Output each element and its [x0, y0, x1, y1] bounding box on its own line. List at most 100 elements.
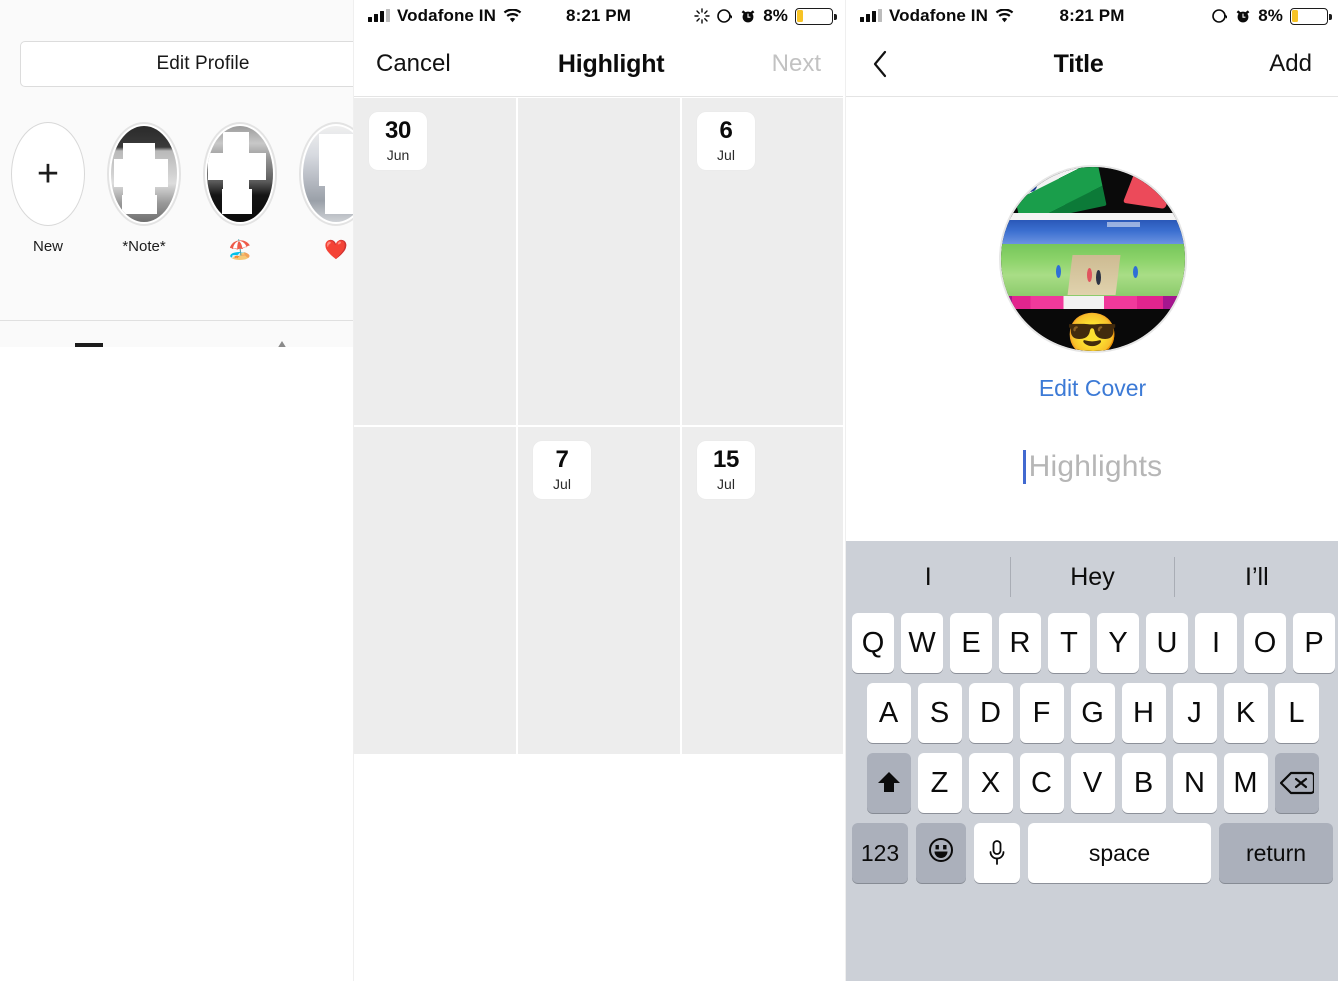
battery-icon: [1290, 7, 1332, 25]
battery-percent-label: 8%: [763, 6, 788, 25]
key-a[interactable]: A: [866, 683, 911, 743]
predictive-suggestion-bar: I Hey I’ll: [846, 541, 1338, 613]
page-title: Title: [1053, 49, 1104, 78]
highlight-label: 🏖️: [228, 240, 252, 261]
date-month: Jun: [386, 147, 410, 163]
grid-tab-icon[interactable]: [75, 343, 103, 347]
key-c[interactable]: C: [1019, 753, 1064, 813]
suggestion-divider: [1010, 557, 1012, 597]
status-bar-right: 8%: [694, 6, 843, 26]
panel-title-entry: Vodafone IN 8:21 PM 8% Title Add 😎 Edit …: [845, 0, 1338, 981]
key-b[interactable]: B: [1121, 753, 1166, 813]
chevron-left-icon: [872, 50, 888, 78]
highlight-cover-ring[interactable]: [203, 122, 277, 226]
highlight-item-note[interactable]: *Note*: [96, 122, 192, 292]
scoreboard-banner: [1000, 295, 1185, 309]
key-x[interactable]: X: [968, 753, 1013, 813]
key-p[interactable]: P: [1293, 613, 1335, 673]
player-figure: [1086, 268, 1092, 283]
story-cell[interactable]: 6 Jul: [682, 98, 843, 425]
cover-white-band: [1000, 213, 1185, 221]
highlight-cover-ring[interactable]: [299, 122, 353, 226]
tagged-tab-icon[interactable]: [277, 341, 287, 347]
story-cell[interactable]: 7 Jul: [518, 427, 680, 754]
key-q[interactable]: Q: [852, 613, 894, 673]
date-badge: 6 Jul: [697, 112, 755, 170]
date-badge: 7 Jul: [533, 441, 591, 499]
key-l[interactable]: L: [1274, 683, 1319, 743]
plus-icon: +: [36, 153, 60, 195]
title-navbar: Title Add: [846, 32, 1338, 97]
text-caret: [1022, 450, 1026, 484]
highlight-thumbnail: [207, 126, 273, 222]
backspace-delete-icon: [1279, 770, 1315, 796]
key-d[interactable]: D: [968, 683, 1013, 743]
story-cell[interactable]: [518, 98, 680, 425]
key-s[interactable]: S: [917, 683, 962, 743]
onscreen-keyboard[interactable]: I Hey I’ll Q W E R T Y U I O P A S D F G…: [846, 541, 1338, 981]
return-key[interactable]: return: [1219, 823, 1333, 883]
stadium-stand-graphic: [1000, 220, 1185, 245]
story-cell[interactable]: [354, 427, 516, 754]
next-button[interactable]: Next: [772, 50, 821, 78]
highlight-item-heart[interactable]: ❤️: [288, 122, 353, 292]
location-icon: [1212, 8, 1228, 24]
profile-tabbar[interactable]: [0, 321, 353, 347]
shift-key[interactable]: [866, 753, 911, 813]
title-input[interactable]: Highlights: [846, 450, 1338, 484]
key-e[interactable]: E: [950, 613, 992, 673]
key-k[interactable]: K: [1223, 683, 1268, 743]
key-z[interactable]: Z: [917, 753, 962, 813]
back-button[interactable]: [872, 50, 888, 78]
key-n[interactable]: N: [1172, 753, 1217, 813]
alarm-icon: [740, 8, 756, 24]
edit-cover-button[interactable]: Edit Cover: [1039, 375, 1146, 402]
highlight-navbar: Cancel Highlight Next: [354, 32, 843, 97]
key-v[interactable]: V: [1070, 753, 1115, 813]
key-h[interactable]: H: [1121, 683, 1166, 743]
cancel-button[interactable]: Cancel: [376, 50, 451, 78]
suggestion-chip[interactable]: Hey: [1010, 563, 1174, 592]
highlight-label: ❤️: [324, 240, 348, 261]
cricket-pitch-graphic: [1067, 255, 1121, 296]
battery-percent-label: 8%: [1258, 6, 1283, 25]
carrier-label: Vodafone IN: [397, 6, 497, 25]
status-bar: Vodafone IN 8:21 PM 8%: [354, 0, 843, 32]
key-u[interactable]: U: [1146, 613, 1188, 673]
keyboard-row-2: A S D F G H J K L: [846, 683, 1338, 743]
highlight-item-beach[interactable]: 🏖️: [192, 122, 288, 292]
highlight-cover-ring[interactable]: [107, 122, 181, 226]
key-w[interactable]: W: [901, 613, 943, 673]
add-button[interactable]: Add: [1269, 50, 1312, 78]
suggestion-chip[interactable]: I’ll: [1175, 563, 1338, 592]
key-f[interactable]: F: [1019, 683, 1064, 743]
page-title: Highlight: [557, 49, 665, 78]
key-m[interactable]: M: [1223, 753, 1268, 813]
story-cell[interactable]: 15 Jul: [682, 427, 843, 754]
backspace-key[interactable]: [1274, 753, 1319, 813]
date-day: 7: [555, 446, 569, 473]
panel-profile-highlights: Edit Profile + New *Note* 🏖️ ❤️: [0, 0, 353, 347]
key-g[interactable]: G: [1070, 683, 1115, 743]
highlight-cover-preview[interactable]: 😎: [998, 165, 1187, 353]
key-o[interactable]: O: [1244, 613, 1286, 673]
new-highlight-ring[interactable]: +: [11, 122, 85, 226]
key-t[interactable]: T: [1048, 613, 1090, 673]
key-i[interactable]: I: [1195, 613, 1237, 673]
sunglasses-emoji-icon: 😎: [1066, 311, 1119, 353]
keyboard-row-4: 123 space return: [846, 823, 1338, 883]
key-r[interactable]: R: [999, 613, 1041, 673]
emoji-key[interactable]: [916, 823, 966, 883]
key-j[interactable]: J: [1172, 683, 1217, 743]
edit-profile-button[interactable]: Edit Profile: [20, 41, 353, 87]
story-cell[interactable]: 30 Jun: [354, 98, 516, 425]
key-y[interactable]: Y: [1097, 613, 1139, 673]
suggestion-chip[interactable]: I: [846, 563, 1010, 592]
battery-icon: [795, 7, 837, 25]
numbers-key[interactable]: 123: [852, 823, 908, 883]
shift-up-arrow-icon: [876, 770, 902, 796]
highlights-strip[interactable]: + New *Note* 🏖️ ❤️: [0, 122, 353, 292]
dictation-key[interactable]: [974, 823, 1020, 883]
highlight-item-new[interactable]: + New: [0, 122, 96, 292]
space-key[interactable]: space: [1028, 823, 1211, 883]
